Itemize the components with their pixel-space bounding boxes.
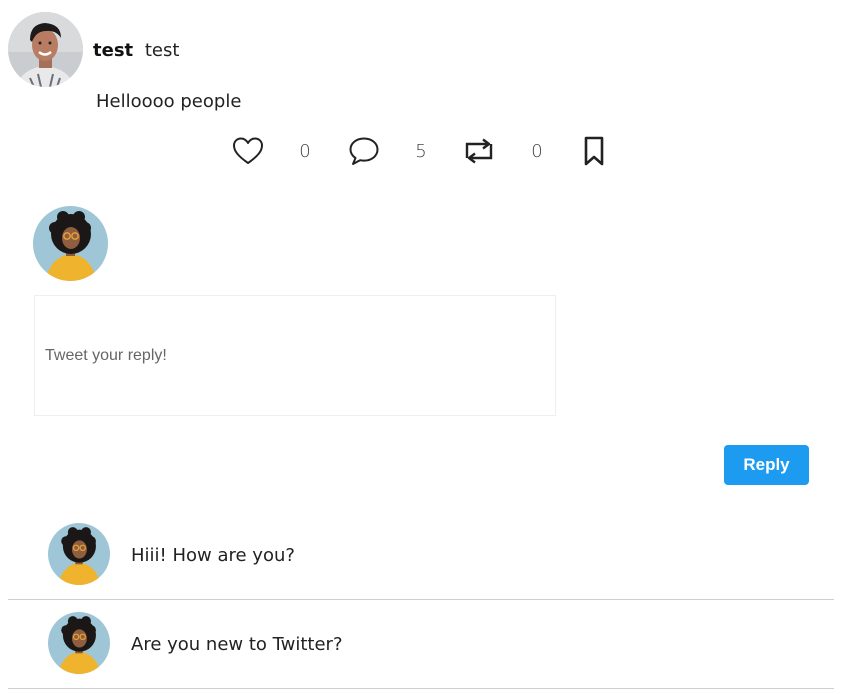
current-user-avatar[interactable] — [33, 206, 108, 281]
author-avatar[interactable] — [8, 12, 83, 87]
like-button[interactable] — [230, 133, 266, 169]
heart-icon — [233, 137, 263, 164]
reply-avatar[interactable] — [48, 612, 110, 674]
reply-item: Hiii! How are you? — [8, 511, 834, 600]
retweet-icon — [465, 138, 493, 164]
woman-portrait-avatar-icon — [48, 523, 110, 585]
author-line: test test — [93, 39, 179, 63]
tweet-text: Helloooo people — [96, 91, 242, 112]
bookmark-button[interactable] — [578, 133, 610, 169]
author-handle[interactable]: test — [145, 40, 180, 61]
comment-bubble-icon — [349, 137, 379, 165]
retweet-button[interactable] — [460, 133, 498, 169]
author-name[interactable]: test — [93, 40, 133, 61]
reply-input[interactable] — [45, 340, 535, 372]
man-portrait-avatar-icon — [8, 12, 83, 87]
reply-avatar[interactable] — [48, 523, 110, 585]
reply-button[interactable]: Reply — [724, 445, 809, 485]
reply-text: Hiii! How are you? — [131, 545, 295, 566]
woman-portrait-avatar-icon — [48, 612, 110, 674]
comment-count: 5 — [415, 141, 427, 162]
reply-text: Are you new to Twitter? — [131, 634, 343, 655]
reply-item: Are you new to Twitter? — [8, 600, 834, 689]
woman-portrait-avatar-icon — [33, 206, 108, 281]
like-count: 0 — [299, 141, 311, 162]
reply-composer — [34, 295, 556, 416]
tweet-detail-page: test test Helloooo people 0 5 0 Tweet yo… — [0, 0, 855, 694]
comment-button[interactable] — [346, 133, 382, 169]
bookmark-icon — [584, 136, 604, 166]
retweet-count: 0 — [531, 141, 543, 162]
